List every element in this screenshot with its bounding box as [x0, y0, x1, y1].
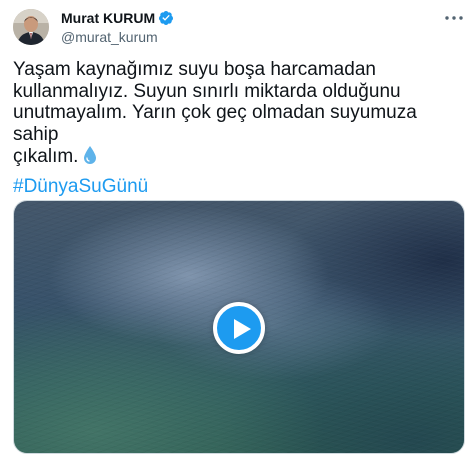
tweet-text: Yaşam kaynağımız suyu boşa harcamadan ku…	[13, 59, 417, 167]
hashtag-link[interactable]: #DünyaSuGünü	[13, 176, 148, 198]
verified-badge-icon	[159, 11, 174, 25]
author-block: Murat KURUM @murat_kurum	[61, 9, 174, 45]
name-row: Murat KURUM	[61, 9, 174, 27]
display-name[interactable]: Murat KURUM	[61, 10, 155, 26]
tweet-text-container: Yaşam kaynağımız suyu boşa harcamadan ku…	[13, 59, 453, 168]
handle[interactable]: @murat_kurum	[61, 29, 174, 45]
tweet: Murat KURUM @murat_kurum Yaşam kaynağımı…	[0, 0, 474, 461]
play-button[interactable]	[213, 302, 265, 354]
water-drop-icon	[84, 146, 97, 164]
video-player[interactable]	[13, 200, 465, 454]
play-icon	[234, 319, 251, 339]
more-options-icon[interactable]	[442, 8, 466, 28]
avatar[interactable]	[13, 9, 49, 45]
